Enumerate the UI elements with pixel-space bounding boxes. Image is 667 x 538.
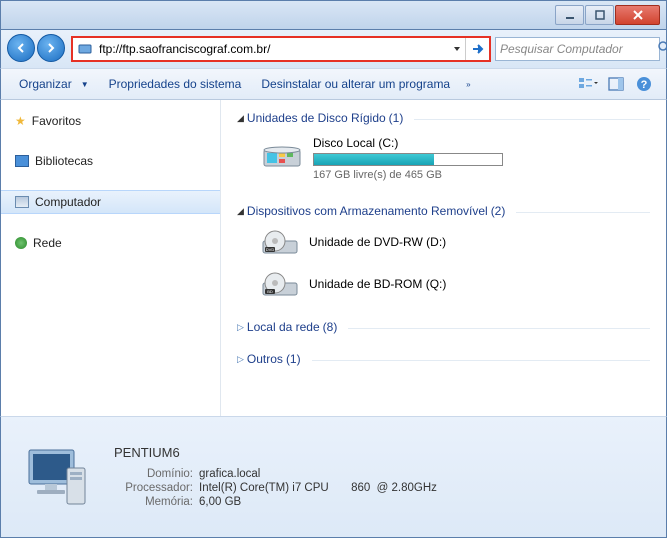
maximize-button[interactable] — [585, 5, 614, 25]
forward-button[interactable] — [37, 34, 65, 62]
section-header-netloc[interactable]: ▷ Local da rede (8) — [237, 317, 650, 337]
section-divider — [516, 212, 650, 213]
computer-icon — [15, 196, 29, 208]
device-name: Unidade de BD-ROM (Q:) — [309, 277, 446, 291]
svg-text:DVD: DVD — [266, 247, 275, 252]
section-header-other[interactable]: ▷ Outros (1) — [237, 349, 650, 369]
uninstall-program-button[interactable]: Desinstalar ou alterar um programa — [251, 73, 460, 95]
libraries-icon — [15, 155, 29, 167]
navigation-pane: ★ Favoritos Bibliotecas Computador Rede — [1, 100, 221, 416]
organize-button[interactable]: Organizar ▼ — [9, 73, 99, 95]
favorites-star-icon: ★ — [15, 114, 26, 128]
details-info: PENTIUM6 Domínio: grafica.local Processa… — [114, 445, 437, 510]
device-name: Unidade de DVD-RW (D:) — [309, 235, 446, 249]
computer-name: PENTIUM6 — [114, 445, 437, 460]
chevron-down-icon: ▼ — [81, 80, 89, 89]
bd-drive-icon: BD — [261, 269, 299, 299]
device-item-bd[interactable]: BD Unidade de BD-ROM (Q:) — [237, 263, 650, 305]
section-count: (2) — [491, 204, 506, 218]
sidebar-item-label: Favoritos — [32, 114, 81, 128]
sidebar-item-libraries[interactable]: Bibliotecas — [1, 150, 220, 172]
sidebar-item-label: Computador — [35, 195, 101, 209]
location-icon — [77, 41, 93, 57]
section-title: Dispositivos com Armazenamento Removível — [247, 204, 488, 218]
sidebar-item-computer[interactable]: Computador — [1, 190, 220, 214]
help-button[interactable]: ? — [632, 72, 656, 96]
section-title: Outros — [247, 352, 283, 366]
address-bar — [71, 36, 491, 62]
section-divider — [312, 360, 650, 361]
memory-value: 6,00 GB — [199, 496, 241, 508]
section-divider — [348, 328, 650, 329]
drive-item-c[interactable]: Disco Local (C:) 167 GB livre(s) de 465 … — [237, 128, 650, 189]
search-icon — [657, 40, 667, 59]
overflow-chevron-icon[interactable]: » — [466, 80, 470, 89]
view-options-button[interactable] — [576, 72, 600, 96]
collapse-triangle-icon: ◢ — [237, 206, 244, 217]
section-removable: ◢ Dispositivos com Armazenamento Removív… — [237, 201, 650, 305]
command-bar: Organizar ▼ Propriedades do sistema Desi… — [0, 68, 667, 100]
processor-label: Processador: — [114, 482, 199, 494]
search-box — [495, 37, 660, 61]
domain-value: grafica.local — [199, 468, 260, 480]
close-button[interactable] — [615, 5, 660, 25]
domain-label: Domínio: — [114, 468, 199, 480]
main-content: ◢ Unidades de Disco Rígido (1) Disco Loc… — [221, 100, 666, 416]
section-count: (1) — [389, 111, 404, 125]
device-item-dvd[interactable]: DVD Unidade de DVD-RW (D:) — [237, 221, 650, 263]
dvd-drive-icon: DVD — [261, 227, 299, 257]
minimize-button[interactable] — [555, 5, 584, 25]
section-header-removable[interactable]: ◢ Dispositivos com Armazenamento Removív… — [237, 201, 650, 221]
section-other: ▷ Outros (1) — [237, 349, 650, 369]
memory-label: Memória: — [114, 496, 199, 508]
nav-arrow-group — [7, 34, 67, 64]
svg-text:?: ? — [641, 79, 648, 91]
drive-info: Disco Local (C:) 167 GB livre(s) de 465 … — [313, 136, 650, 181]
section-count: (1) — [286, 352, 301, 366]
expand-triangle-icon: ▷ — [237, 322, 244, 333]
computer-large-icon — [19, 440, 94, 515]
section-header-hdd[interactable]: ◢ Unidades de Disco Rígido (1) — [237, 108, 650, 128]
hard-disk-icon — [261, 136, 303, 170]
section-count: (8) — [323, 320, 338, 334]
go-button[interactable] — [465, 38, 489, 60]
sidebar-item-label: Bibliotecas — [35, 154, 93, 168]
expand-triangle-icon: ▷ — [237, 354, 244, 365]
details-pane: PENTIUM6 Domínio: grafica.local Processa… — [0, 416, 667, 538]
section-divider — [414, 119, 650, 120]
sidebar-item-favorites[interactable]: ★ Favoritos — [1, 110, 220, 132]
organize-label: Organizar — [19, 77, 72, 91]
collapse-triangle-icon: ◢ — [237, 113, 244, 124]
address-dropdown[interactable] — [449, 45, 465, 53]
sidebar-item-network[interactable]: Rede — [1, 232, 220, 254]
section-network-location: ▷ Local da rede (8) — [237, 317, 650, 337]
drive-free-text: 167 GB livre(s) de 465 GB — [313, 169, 650, 181]
address-input[interactable] — [97, 42, 449, 56]
sidebar-item-label: Rede — [33, 236, 62, 250]
capacity-bar — [313, 153, 503, 166]
window-titlebar — [0, 0, 667, 30]
content-area: ★ Favoritos Bibliotecas Computador Rede … — [0, 100, 667, 416]
section-hdd: ◢ Unidades de Disco Rígido (1) Disco Loc… — [237, 108, 650, 189]
network-icon — [15, 237, 27, 249]
drive-name: Disco Local (C:) — [313, 136, 650, 150]
system-properties-button[interactable]: Propriedades do sistema — [99, 73, 252, 95]
processor-value: Intel(R) Core(TM) i7 CPU 860 @ 2.80GHz — [199, 482, 437, 494]
section-title: Local da rede — [247, 320, 320, 334]
section-title: Unidades de Disco Rígido — [247, 111, 386, 125]
preview-pane-button[interactable] — [604, 72, 628, 96]
search-input[interactable] — [500, 42, 657, 56]
back-button[interactable] — [7, 34, 35, 62]
svg-text:BD: BD — [267, 289, 273, 294]
navigation-bar — [0, 30, 667, 68]
